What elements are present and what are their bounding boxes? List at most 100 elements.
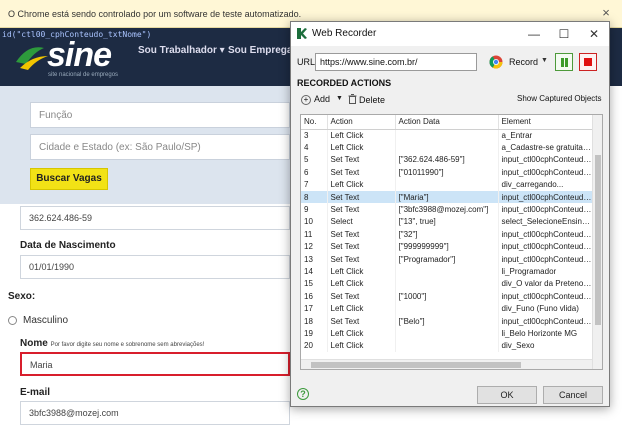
cell-element: input_ctl00cphConteudo...: [498, 240, 595, 253]
show-captured-objects-button[interactable]: Show Captured Objects: [517, 94, 602, 103]
cell-action-data: ["362.624.486-59"]: [395, 153, 499, 167]
minimize-button[interactable]: —: [519, 22, 549, 46]
horizontal-scrollbar[interactable]: [301, 359, 592, 369]
buscar-vagas-button[interactable]: Buscar Vagas: [30, 168, 108, 190]
cpf-field[interactable]: 362.624.486-59: [20, 206, 290, 230]
col-header-no[interactable]: No.: [301, 115, 328, 130]
stop-button[interactable]: [579, 53, 597, 71]
table-row[interactable]: 4 Left Click a_Cadastre-se gratuitame: [301, 141, 595, 154]
table-row[interactable]: 5 Set Text ["362.624.486-59"] input_ctl00cp…: [301, 153, 595, 167]
infobar-text: O Chrome está sendo controlado por um so…: [8, 9, 302, 19]
cell-action-data: [395, 277, 499, 291]
cell-no: 13: [301, 252, 328, 266]
nome-label-text: Nome: [20, 338, 48, 349]
cell-element: input_ctl00cphConteudo...: [498, 190, 595, 204]
cell-action: Set Text: [327, 290, 396, 303]
table-row[interactable]: 17 Left Click div_Funo (Funo vlida): [301, 302, 595, 315]
nav-sou-trabalhador[interactable]: Sou Trabalhador ▾: [138, 45, 225, 56]
cell-no: 8: [301, 190, 328, 204]
trash-icon: [348, 94, 357, 104]
horizontal-scroll-thumb[interactable]: [311, 362, 521, 368]
cell-action: Set Text: [327, 228, 396, 241]
dialog-titlebar[interactable]: Web Recorder — ☐ ✕: [291, 22, 609, 46]
cancel-button[interactable]: Cancel: [543, 386, 603, 404]
cell-action-data: [395, 141, 499, 154]
url-input[interactable]: https://www.sine.com.br/: [315, 53, 477, 71]
close-icon[interactable]: ×: [599, 6, 613, 20]
table-row[interactable]: 20 Left Click div_Sexo: [301, 339, 595, 353]
table-row[interactable]: 19 Left Click li_Belo Horizonte MG: [301, 327, 595, 340]
cell-no: 20: [301, 339, 328, 353]
nascimento-field[interactable]: 01/01/1990: [20, 255, 290, 279]
cell-action-data: [395, 327, 499, 340]
cell-no: 16: [301, 290, 328, 303]
chrome-browser-icon[interactable]: [489, 55, 503, 69]
cell-no: 5: [301, 153, 328, 167]
cell-no: 18: [301, 314, 328, 328]
table-row[interactable]: 8 Set Text ["Maria"] input_ctl00cphConteudo…: [301, 190, 595, 204]
maximize-button[interactable]: ☐: [549, 22, 579, 46]
nome-hint: Por favor digite seu nome e sobrenome se…: [50, 342, 205, 348]
cidade-input[interactable]: Cidade e Estado (ex: São Paulo/SP): [30, 134, 290, 160]
recorded-actions-title: RECORDED ACTIONS: [297, 78, 392, 88]
cell-action-data: ["3bfc3988@mozej.com"]: [395, 203, 499, 216]
cell-action: Set Text: [327, 166, 396, 179]
cell-action-data: ["Belo"]: [395, 314, 499, 328]
add-dropdown-icon[interactable]: ▼: [336, 95, 343, 102]
table-row[interactable]: 18 Set Text ["Belo"] input_ctl00cphConteudo…: [301, 314, 595, 328]
web-recorder-dialog: Web Recorder — ☐ ✕ URL https://www.sine.…: [290, 21, 610, 407]
cell-action: Left Click: [327, 265, 396, 278]
table-row[interactable]: 11 Set Text ["32"] input_ctl00cphConteudo..…: [301, 228, 595, 241]
help-icon[interactable]: ?: [297, 388, 309, 400]
table-header-row: No. Action Action Data Element: [301, 115, 595, 130]
table-row[interactable]: 6 Set Text ["01011990"] input_ctl00cphConte…: [301, 166, 595, 179]
table-row[interactable]: 9 Set Text ["3bfc3988@mozej.com"] input_ctl…: [301, 203, 595, 216]
cell-action: Left Click: [327, 327, 396, 340]
masculino-radio[interactable]: [8, 316, 17, 325]
cell-element: li_Belo Horizonte MG: [498, 327, 595, 340]
table-row[interactable]: 16 Set Text ["1000"] input_ctl00cphConteudo…: [301, 290, 595, 303]
table-row[interactable]: 12 Set Text ["999999999"] input_ctl00cphCon…: [301, 240, 595, 253]
recorded-actions-table[interactable]: No. Action Action Data Element 3 Left Cli…: [300, 114, 603, 370]
cell-action-data: ["32"]: [395, 228, 499, 241]
chevron-down-icon[interactable]: ▼: [541, 57, 548, 64]
col-header-element[interactable]: Element: [498, 115, 595, 130]
cell-action-data: ["999999999"]: [395, 240, 499, 253]
record-dropdown[interactable]: Record: [509, 57, 538, 67]
logo-tagline: site nacional de empregos: [48, 72, 119, 78]
pause-button[interactable]: [555, 53, 573, 71]
nome-field[interactable]: Maria: [20, 352, 290, 376]
add-button[interactable]: + Add: [301, 94, 330, 105]
cell-element: input_ctl00cphConteudo...: [498, 314, 595, 328]
ok-button[interactable]: OK: [477, 386, 537, 404]
cell-action: Set Text: [327, 240, 396, 253]
cell-element: div_carregando...: [498, 178, 595, 191]
close-button[interactable]: ✕: [579, 22, 609, 46]
cell-no: 7: [301, 178, 328, 191]
nav-sou-empregador[interactable]: Sou Empregad: [228, 45, 299, 56]
cell-element: li_Programador: [498, 265, 595, 278]
cell-no: 6: [301, 166, 328, 179]
nome-label: Nome Por favor digite seu nome e sobreno…: [20, 338, 204, 349]
cell-action: Select: [327, 215, 396, 229]
dialog-title: Web Recorder: [312, 28, 377, 39]
cell-element: input_ctl00cphConteudo...: [498, 203, 595, 216]
col-header-action[interactable]: Action: [327, 115, 396, 130]
funcao-input[interactable]: Função: [30, 102, 290, 128]
cell-action-data: [395, 178, 499, 191]
vertical-scroll-thumb[interactable]: [595, 155, 601, 325]
plus-icon: +: [301, 95, 311, 105]
table-row[interactable]: 14 Left Click li_Programador: [301, 265, 595, 278]
col-header-action-data[interactable]: Action Data: [395, 115, 499, 130]
site-logo[interactable]: sine: [47, 36, 112, 75]
cell-no: 19: [301, 327, 328, 340]
vertical-scrollbar[interactable]: [592, 115, 602, 369]
table-row[interactable]: 15 Left Click div_O valor da Preteno Sa: [301, 277, 595, 291]
table-row[interactable]: 13 Set Text ["Programador"] input_ctl00cphC…: [301, 252, 595, 266]
cell-element: input_ctl00cphConteudo...: [498, 153, 595, 167]
table-row[interactable]: 3 Left Click a_Entrar: [301, 129, 595, 142]
table-row[interactable]: 10 Select ["13", true] select_SelecioneEnsi…: [301, 215, 595, 229]
table-row[interactable]: 7 Left Click div_carregando...: [301, 178, 595, 191]
email-field[interactable]: 3bfc3988@mozej.com: [20, 401, 290, 425]
delete-button[interactable]: Delete: [348, 94, 385, 105]
